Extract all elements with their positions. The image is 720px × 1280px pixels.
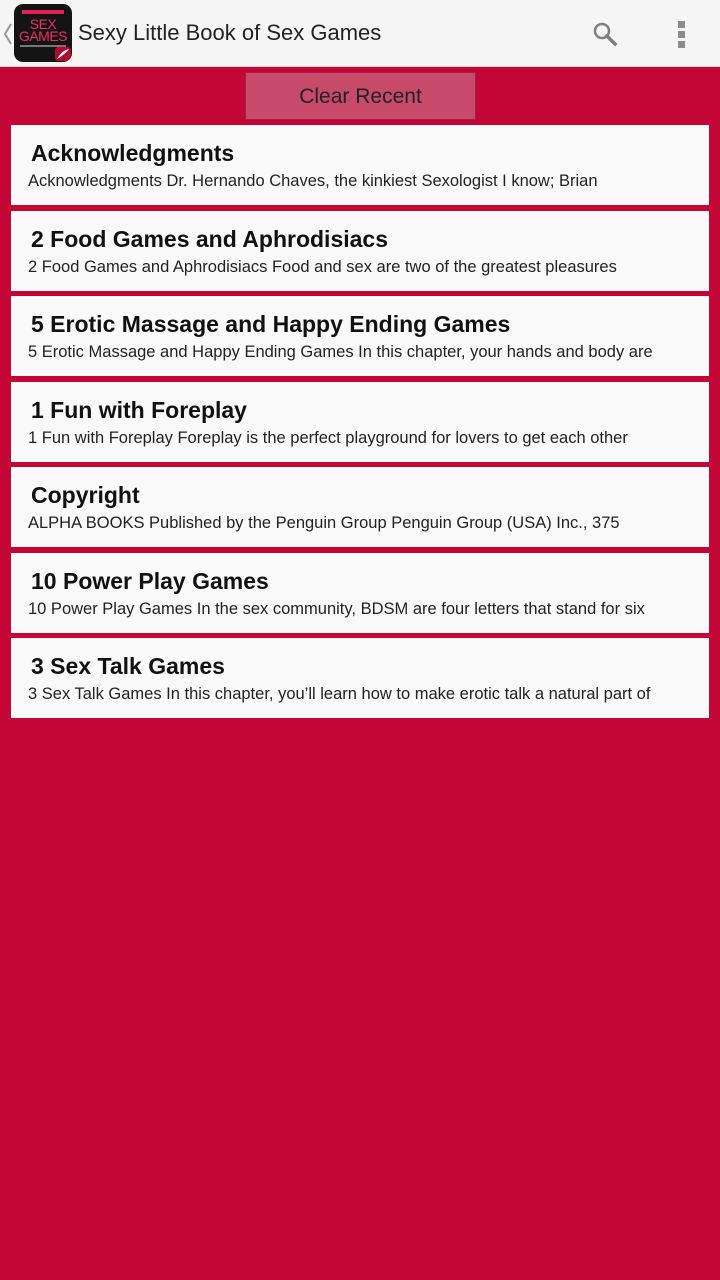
app-icon-badge — [55, 47, 71, 61]
item-title: Copyright — [31, 482, 140, 508]
action-bar: SEX GAMES Sexy Little Book of Sex Games — [0, 0, 720, 67]
item-title: 2 Food Games and Aphrodisiacs — [31, 225, 389, 252]
list-item[interactable]: Copyright ALPHA BOOKS Published by the P… — [11, 467, 709, 547]
item-snippet: 3 Sex Talk Games In this chapter, you’ll… — [28, 685, 651, 703]
item-snippet: ALPHA BOOKS Published by the Penguin Gro… — [28, 514, 620, 532]
item-snippet: 10 Power Play Games In the sex community… — [28, 599, 645, 618]
item-title: 10 Power Play Games — [31, 567, 269, 594]
item-snippet: 1 Fun with Foreplay Foreplay is the perf… — [28, 428, 628, 447]
app-icon-line-2: GAMES — [18, 28, 68, 44]
feather-icon — [57, 49, 69, 59]
item-title: 3 Sex Talk Games — [31, 653, 225, 679]
overflow-dot — [678, 21, 685, 28]
search-icon — [593, 22, 618, 47]
app-icon[interactable]: SEX GAMES — [14, 4, 72, 62]
clear-recent-button[interactable]: Clear Recent — [245, 72, 476, 120]
search-button[interactable] — [586, 16, 622, 52]
item-title: 5 Erotic Massage and Happy Ending Games — [31, 311, 511, 337]
item-title: 1 Fun with Foreplay — [31, 396, 247, 423]
item-snippet: Acknowledgments Dr. Hernando Chaves, the… — [28, 172, 598, 190]
list-item[interactable]: 10 Power Play Games 10 Power Play Games … — [11, 552, 709, 633]
overflow-menu-button[interactable] — [664, 14, 700, 54]
list-item[interactable]: 3 Sex Talk Games 3 Sex Talk Games In thi… — [11, 638, 709, 718]
list-item[interactable]: 2 Food Games and Aphrodisiacs 2 Food Gam… — [11, 210, 709, 291]
chapter-list: Acknowledgments Acknowledgments Dr. Hern… — [11, 125, 709, 724]
item-snippet: 5 Erotic Massage and Happy Ending Games … — [28, 343, 653, 361]
app-title: Sexy Little Book of Sex Games — [78, 20, 382, 45]
overflow-dot — [678, 31, 685, 38]
item-snippet: 2 Food Games and Aphrodisiacs Food and s… — [28, 257, 617, 276]
list-item[interactable]: 1 Fun with Foreplay 1 Fun with Foreplay … — [11, 381, 709, 462]
list-item[interactable]: 5 Erotic Massage and Happy Ending Games … — [11, 296, 709, 376]
overflow-dot — [678, 41, 685, 48]
up-caret-icon[interactable] — [3, 22, 13, 46]
list-item[interactable]: Acknowledgments Acknowledgments Dr. Hern… — [11, 125, 709, 205]
item-title: Acknowledgments — [31, 140, 235, 166]
app-icon-band — [22, 10, 64, 14]
